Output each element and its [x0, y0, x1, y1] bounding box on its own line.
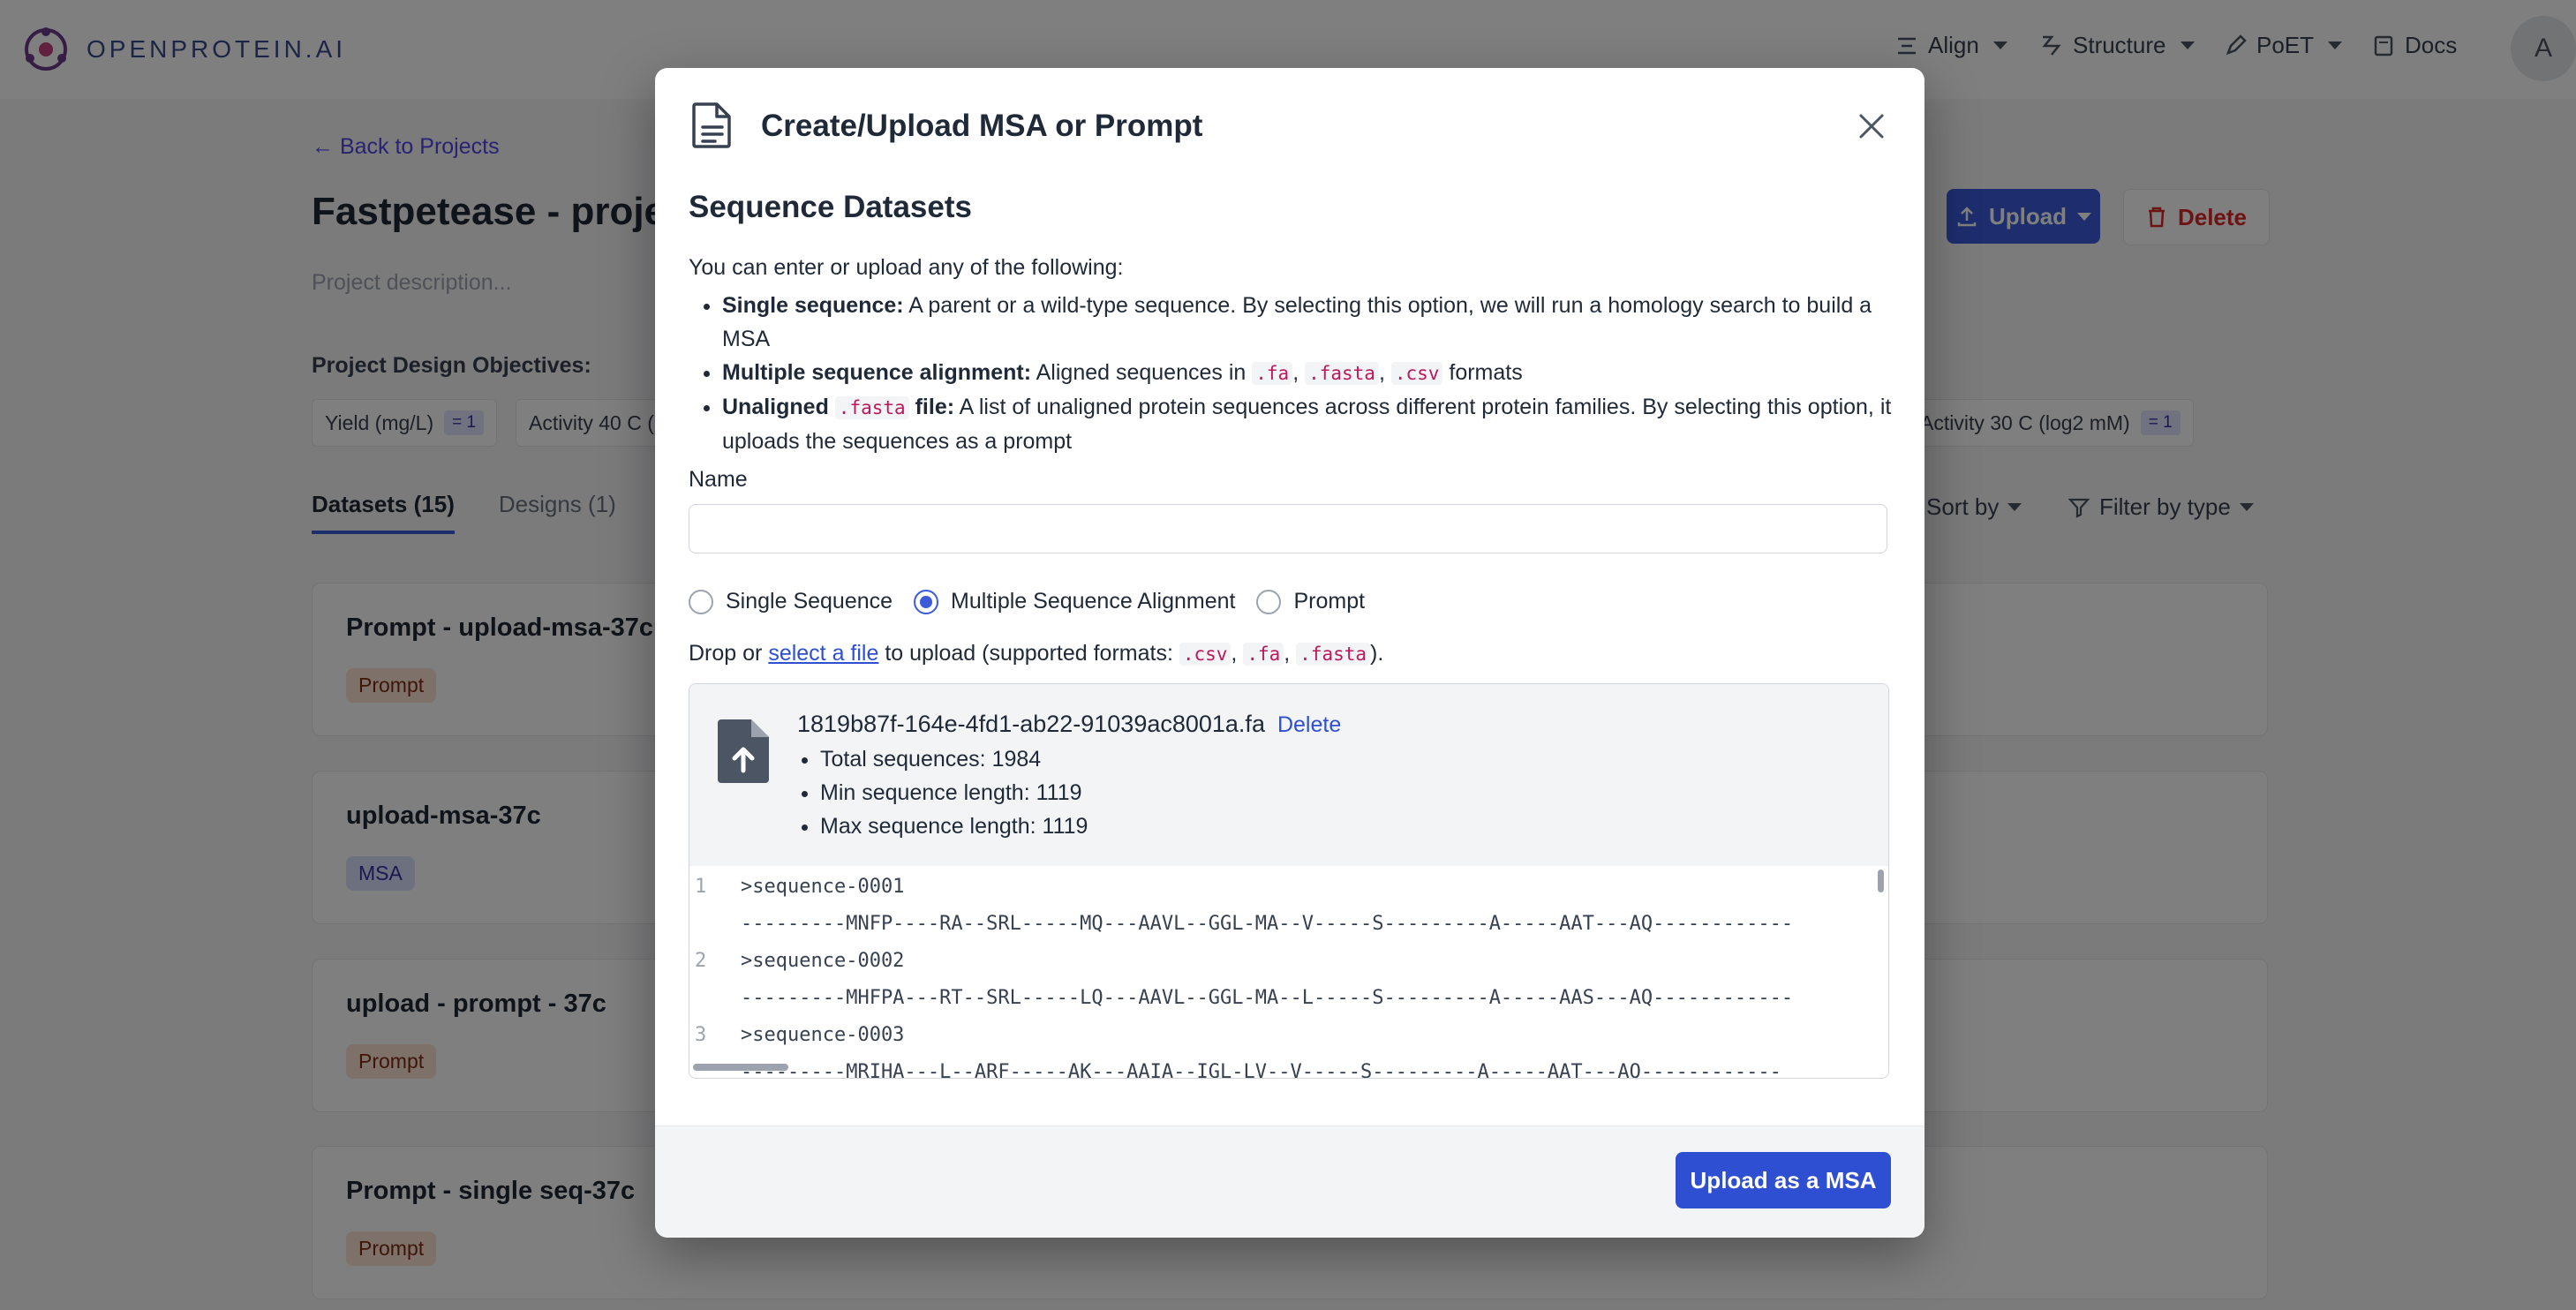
format-code: .fasta — [1305, 362, 1379, 385]
format-code: .fasta — [834, 396, 909, 419]
list-item: Total sequences: 1984 — [820, 742, 1088, 776]
file-name-row: 1819b87f-164e-4fd1-ab22-91039ac8001a.fa D… — [797, 711, 1341, 738]
list-item: Multiple sequence alignment: Aligned seq… — [722, 356, 1923, 390]
option-list: Single sequence: A parent or a wild-type… — [689, 289, 1923, 458]
file-stats: Total sequences: 1984 Min sequence lengt… — [797, 742, 1088, 843]
radio-button[interactable] — [689, 589, 713, 614]
list-item: Max sequence length: 1119 — [820, 809, 1088, 843]
format-code: .fa — [1243, 643, 1284, 666]
line-text: ---------MNFP----RA--SRL-----MQ---AAVL--… — [741, 913, 1794, 935]
radio-prompt[interactable]: Prompt — [1256, 589, 1365, 614]
drop-text: ). — [1370, 641, 1384, 666]
line-text: >sequence-0002 — [741, 950, 905, 972]
line-text: >sequence-0001 — [741, 876, 905, 898]
line-text: >sequence-0003 — [741, 1024, 905, 1046]
option-term: Multiple sequence alignment: — [722, 360, 1032, 385]
option-desc: Aligned sequences in — [1031, 360, 1253, 385]
drop-instructions: Drop or select a file to upload (support… — [689, 641, 1384, 666]
option-term: file: — [908, 395, 955, 419]
option-desc: formats — [1442, 360, 1523, 385]
document-icon — [692, 102, 731, 148]
line-number: 2 — [695, 950, 707, 972]
line-number: 1 — [695, 876, 707, 898]
drop-text: Drop or — [689, 641, 769, 666]
name-input[interactable] — [689, 504, 1887, 553]
radio-multiple-sequence-alignment[interactable]: Multiple Sequence Alignment — [914, 589, 1235, 614]
option-term: Unaligned — [722, 395, 835, 419]
intro-text: You can enter or upload any of the follo… — [689, 255, 1124, 280]
format-code: .csv — [1179, 643, 1232, 666]
dataset-type-radio-group: Single Sequence Multiple Sequence Alignm… — [689, 589, 1386, 614]
radio-label: Multiple Sequence Alignment — [951, 589, 1236, 614]
name-label: Name — [689, 467, 748, 492]
radio-button-selected[interactable] — [914, 589, 939, 614]
file-delete-link[interactable]: Delete — [1277, 712, 1341, 737]
line-text: ---------MHFPA---RT--SRL-----LQ---AAVL--… — [741, 987, 1794, 1009]
select-file-link[interactable]: select a file — [768, 641, 878, 666]
horizontal-scrollbar[interactable] — [693, 1064, 788, 1071]
format-code: .fasta — [1296, 643, 1371, 666]
radio-single-sequence[interactable]: Single Sequence — [689, 589, 893, 614]
file-dropzone[interactable]: 1819b87f-164e-4fd1-ab22-91039ac8001a.fa D… — [689, 683, 1889, 1079]
file-name: 1819b87f-164e-4fd1-ab22-91039ac8001a.fa — [797, 711, 1265, 737]
radio-label: Prompt — [1293, 589, 1366, 614]
line-text: ---------MRIHA---L--ARF-----AK---AAIA--I… — [741, 1061, 1781, 1078]
drop-text: to upload (supported formats: — [878, 641, 1179, 666]
format-code: .fa — [1252, 362, 1293, 385]
list-item: Unaligned .fasta file: A list of unalign… — [722, 390, 1923, 458]
sequence-preview[interactable]: 1 >sequence-0001 ---------MNFP----RA--SRL… — [689, 866, 1888, 1078]
section-title: Sequence Datasets — [689, 190, 972, 224]
format-code: .csv — [1390, 362, 1443, 385]
vertical-scrollbar[interactable] — [1878, 870, 1884, 892]
radio-button[interactable] — [1256, 589, 1282, 614]
file-upload-icon — [718, 719, 769, 783]
list-item: Single sequence: A parent or a wild-type… — [722, 289, 1923, 356]
option-term: Single sequence: — [722, 293, 904, 318]
modal-title: Create/Upload MSA or Prompt — [761, 109, 1203, 143]
create-upload-modal: Create/Upload MSA or Prompt Sequence Dat… — [655, 68, 1924, 1238]
radio-label: Single Sequence — [726, 589, 893, 614]
list-item: Min sequence length: 1119 — [820, 776, 1088, 809]
file-summary: 1819b87f-164e-4fd1-ab22-91039ac8001a.fa D… — [689, 684, 1888, 867]
line-number: 3 — [695, 1024, 707, 1046]
close-icon[interactable] — [1854, 109, 1889, 144]
upload-as-msa-button[interactable]: Upload as a MSA — [1676, 1152, 1891, 1208]
